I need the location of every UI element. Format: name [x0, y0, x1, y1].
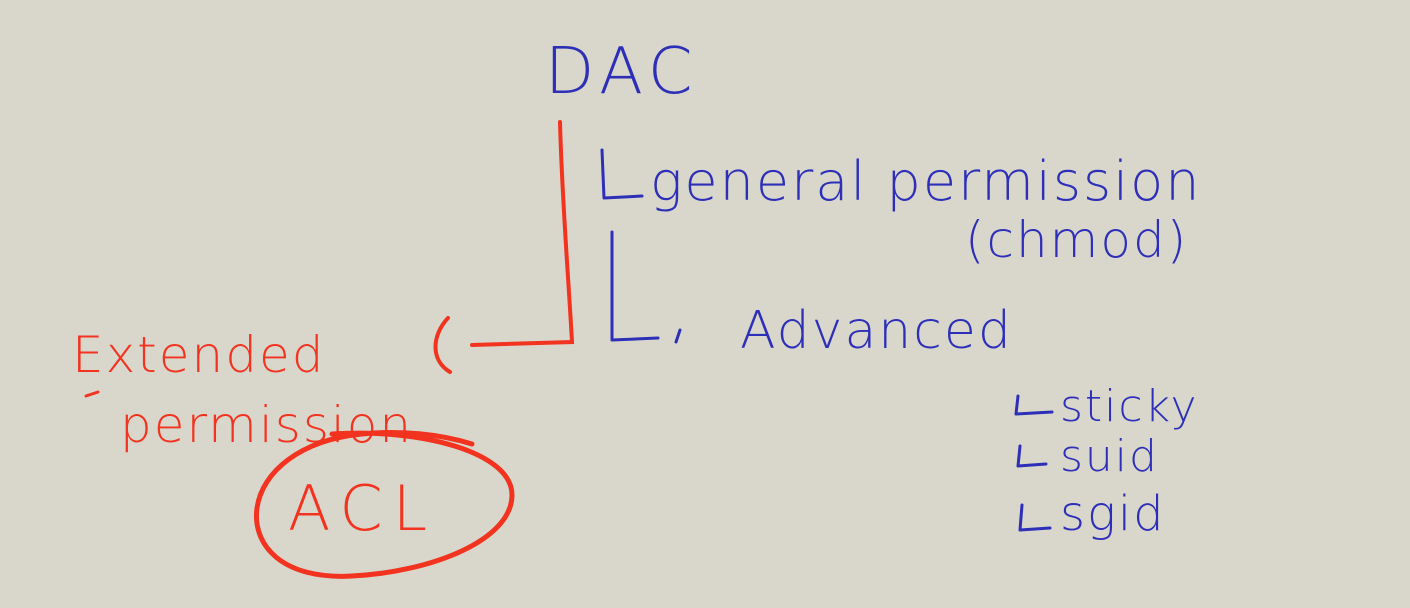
advanced-tick — [674, 328, 682, 344]
suid-label: suid — [1060, 431, 1159, 482]
suid-branch — [1016, 444, 1048, 468]
extended-permission-label: permission — [120, 396, 414, 454]
advanced-label: Advanced — [740, 301, 1013, 361]
chmod-label: (chmod) — [965, 211, 1189, 269]
extended-underline — [84, 390, 100, 398]
general-permission-branch — [600, 148, 644, 200]
advanced-branch — [610, 230, 660, 342]
dac-to-extended-connector — [470, 120, 575, 347]
sgid-branch — [1018, 503, 1052, 532]
general-permission-label: general permission — [650, 150, 1202, 213]
sgid-label: sgid — [1060, 486, 1166, 542]
acl-label: ACL — [288, 472, 438, 545]
whiteboard-canvas — [84, 120, 1054, 579]
sticky-branch — [1014, 394, 1054, 416]
extended-label: Extended — [72, 326, 326, 384]
extended-bracket — [433, 316, 452, 374]
dac-root-label: DAC — [545, 35, 699, 109]
sticky-label: sticky — [1060, 381, 1199, 432]
